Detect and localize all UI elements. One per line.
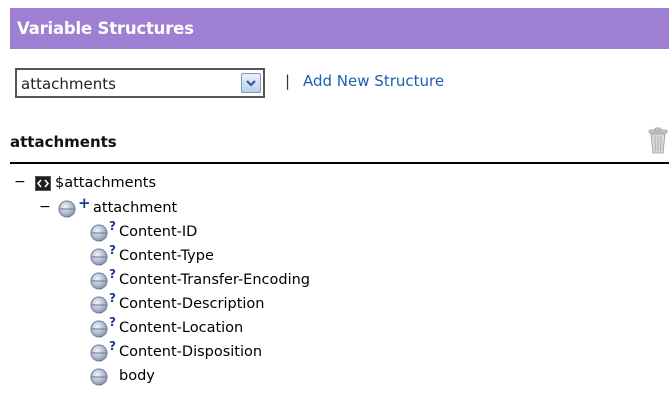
tree-leaf-label[interactable]: Content-Disposition: [119, 344, 262, 360]
element-node-icon: [90, 272, 108, 294]
tree-leaf-label[interactable]: Content-Transfer-Encoding: [119, 272, 310, 288]
element-node-icon: [90, 320, 108, 342]
structure-select-value: attachments: [21, 75, 116, 93]
trash-icon[interactable]: [648, 127, 668, 155]
panel-title: Variable Structures: [17, 19, 194, 38]
element-node-icon: [90, 248, 108, 270]
tree-leaf-label[interactable]: Content-ID: [119, 224, 197, 240]
element-node-icon: [90, 344, 108, 366]
element-node-icon: [90, 296, 108, 318]
optional-marker: ?: [109, 339, 116, 353]
repeatable-marker: +: [78, 194, 91, 212]
collapse-toggle-attachment[interactable]: −: [39, 199, 51, 215]
section-title: attachments: [10, 133, 117, 151]
tree-leaf-label[interactable]: Content-Description: [119, 296, 264, 312]
chevron-down-icon[interactable]: [241, 73, 261, 93]
tree-root-label[interactable]: $attachments: [55, 175, 156, 191]
optional-marker: ?: [109, 267, 116, 281]
optional-marker: ?: [109, 243, 116, 257]
element-node-icon: [58, 200, 76, 222]
structure-select[interactable]: attachments: [15, 68, 265, 98]
element-node-icon: [90, 368, 108, 390]
panel-header: Variable Structures: [10, 8, 669, 49]
toolbar-separator: |: [285, 72, 291, 90]
tree-node-label[interactable]: attachment: [93, 200, 177, 216]
collapse-toggle-root[interactable]: −: [14, 174, 26, 190]
optional-marker: ?: [109, 291, 116, 305]
add-new-structure-link[interactable]: Add New Structure: [303, 72, 444, 90]
optional-marker: ?: [109, 219, 116, 233]
optional-marker: ?: [109, 315, 116, 329]
tree-leaf-label[interactable]: Content-Type: [119, 248, 214, 264]
element-node-icon: [90, 224, 108, 246]
tree-leaf-label[interactable]: Content-Location: [119, 320, 243, 336]
section-divider: [10, 162, 669, 164]
variable-icon: [35, 176, 51, 195]
tree-leaf-label[interactable]: body: [119, 368, 155, 384]
